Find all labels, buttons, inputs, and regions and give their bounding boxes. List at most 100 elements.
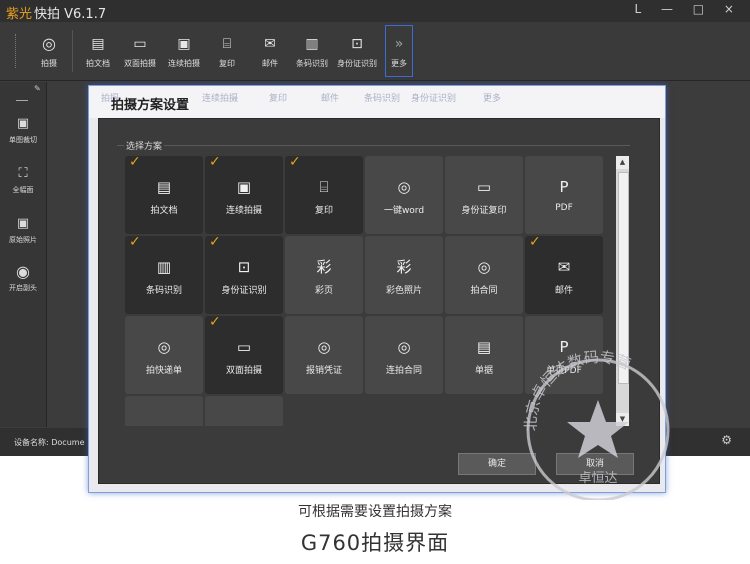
- toolbar-barcode-button[interactable]: ▥ 条码识别: [292, 22, 332, 80]
- sidebar-item-label: 原始照片: [9, 236, 37, 244]
- scheme-tile[interactable]: ▭ 身份证复印: [445, 156, 523, 234]
- dialog-body: 选择方案 ✓ ▤ 拍文档 ✓ ▣ 连续拍摄 ✓ ⌸ 复印 ◎ 一键word ▭ 身份证复印 P PDF ✓ ▥ 条…: [98, 118, 660, 484]
- scheme-tile-partial[interactable]: [125, 396, 203, 426]
- scheme-grid: ✓ ▤ 拍文档 ✓ ▣ 连续拍摄 ✓ ⌸ 复印 ◎ 一键word ▭ 身份证复印 P PDF ✓ ▥ 条码识别 ✓ ⊡…: [125, 156, 617, 426]
- scheme-tile-label: 邮件: [554, 286, 573, 296]
- document-icon: ▤: [156, 178, 172, 196]
- ghost-label: 条码识别: [364, 94, 401, 104]
- toolbar-label: 双面拍摄: [124, 59, 156, 68]
- scheme-tile[interactable]: ◎ 一键word: [365, 156, 443, 234]
- device-name-value: Docume: [51, 438, 85, 447]
- toolbar-burst-button[interactable]: ▣ 连续拍摄: [164, 22, 204, 80]
- checkmark-icon: ✓: [529, 234, 541, 250]
- scheme-tile-label: 复印: [314, 206, 333, 216]
- toolbar-label: 身份证识别: [337, 59, 377, 68]
- scheme-tile[interactable]: ▤ 单据: [445, 316, 523, 394]
- checkmark-icon: ✓: [129, 156, 141, 170]
- scheme-tile-label: 拍快递单: [145, 366, 182, 376]
- scheme-tile[interactable]: ✓ ✉ 邮件: [525, 234, 603, 314]
- sidebar-item-label: 开启副头: [9, 284, 37, 292]
- chevron-double-right-icon: »: [394, 36, 404, 52]
- sidebar-item-secondary-camera[interactable]: ◉ 开启副头: [0, 264, 46, 293]
- dialog-title: 拍摄方案设置: [111, 98, 190, 113]
- toolbar-label: 拍摄: [41, 59, 57, 68]
- toolbar-label: 条码识别: [296, 59, 328, 68]
- pdf-icon: P: [559, 338, 569, 356]
- id-card-icon: ▭: [476, 178, 492, 196]
- scheme-tile[interactable]: 彩彩色照片: [365, 236, 443, 314]
- scheme-tile-partial[interactable]: [205, 396, 283, 426]
- toolbar-mail-button[interactable]: ✉ 邮件: [255, 22, 285, 80]
- scheme-tile[interactable]: ◎ 拍快递单: [125, 316, 203, 394]
- scheme-tile[interactable]: 彩彩页: [285, 236, 363, 314]
- scheme-tile[interactable]: ✓ ▥ 条码识别: [125, 234, 203, 314]
- scheme-tile[interactable]: P PDF: [525, 156, 603, 234]
- mail-icon: ✉: [264, 36, 276, 52]
- gear-icon[interactable]: ⚙: [721, 433, 732, 447]
- toolbar-copy-button[interactable]: ⌸ 复印: [212, 22, 242, 80]
- scrollbar[interactable]: ▲ ▼: [616, 156, 629, 426]
- scheme-tile-label: 身份证复印: [461, 206, 507, 216]
- scroll-up-icon[interactable]: ▲: [616, 156, 629, 169]
- sidebar-item-label: 单图裁切: [9, 136, 37, 144]
- document-icon: ▤: [91, 36, 105, 52]
- toolbar-document-button[interactable]: ▤ 拍文档: [82, 22, 114, 80]
- window-controls[interactable]: L — □ ×: [634, 2, 742, 16]
- scheme-tile[interactable]: ◎ 报销凭证: [285, 316, 363, 394]
- toolbar-label: 拍文档: [86, 59, 110, 68]
- scheme-tile[interactable]: ✓ ▣ 连续拍摄: [205, 156, 283, 234]
- scheme-tile-label: 单页PDF: [546, 366, 582, 376]
- title-bar: 紫光 快拍 V6.1.7 L — □ ×: [0, 0, 750, 22]
- toolbar-grip[interactable]: [15, 34, 18, 68]
- scheme-tile[interactable]: ◎ 拍合同: [445, 236, 523, 314]
- scheme-tile-label: 连续拍摄: [225, 206, 262, 216]
- sidebar-item-full-frame[interactable]: ⛶ 全幅面: [0, 166, 46, 195]
- id-scan-icon: ⊡: [351, 36, 363, 52]
- pin-icon[interactable]: ✎: [34, 84, 41, 93]
- camera-icon: ◎: [42, 34, 56, 53]
- color-page-icon: 彩: [316, 258, 332, 276]
- scheme-tile[interactable]: ✓ ⊡ 身份证识别: [205, 234, 283, 314]
- scheme-tile[interactable]: ✓ ⌸ 复印: [285, 156, 363, 234]
- toolbar-id-scan-button[interactable]: ⊡ 身份证识别: [334, 22, 380, 80]
- camera-icon: ◎: [317, 338, 331, 356]
- group-label: 选择方案: [124, 139, 165, 152]
- scheme-tile[interactable]: ✓ ▤ 拍文档: [125, 156, 203, 234]
- scheme-tile-label: 拍文档: [150, 206, 178, 216]
- cancel-button[interactable]: 取消: [556, 453, 634, 475]
- checkmark-icon: ✓: [209, 234, 221, 250]
- scheme-tile-label: 报销凭证: [305, 366, 342, 376]
- pdf-icon: P: [559, 178, 569, 196]
- image-icon: ▣: [16, 216, 30, 231]
- toolbar-shoot-button[interactable]: ◎ 拍摄: [34, 22, 64, 80]
- scheme-tile-label: 彩色照片: [385, 286, 422, 296]
- checkmark-icon: ✓: [209, 314, 221, 330]
- scheme-tile[interactable]: ◎ 连拍合同: [365, 316, 443, 394]
- ghost-label: 更多: [483, 94, 502, 104]
- id-card-icon: ▭: [133, 36, 147, 52]
- image-crop-icon: ▣: [16, 116, 30, 131]
- toolbar-duplex-button[interactable]: ▭ 双面拍摄: [120, 22, 160, 80]
- barcode-icon: ▥: [156, 258, 172, 276]
- sidebar-item-original-photo[interactable]: ▣ 原始照片: [0, 216, 46, 245]
- scheme-tile[interactable]: P 单页PDF: [525, 316, 603, 394]
- group-divider: [117, 145, 630, 146]
- toolbar: ◎ 拍摄 ▤ 拍文档 ▭ 双面拍摄 ▣ 连续拍摄 ⌸ 复印 ✉ 邮件 ▥ 条码识…: [0, 22, 750, 81]
- scheme-tile[interactable]: ✓ ▭ 双面拍摄: [205, 314, 283, 394]
- id-scan-icon: ⊡: [237, 258, 251, 276]
- sidebar-item-label: 全幅面: [12, 186, 34, 194]
- app-title: 快拍 V6.1.7: [34, 7, 107, 22]
- scheme-tile-label: 连拍合同: [385, 366, 422, 376]
- secondary-camera-icon: ◉: [16, 262, 30, 281]
- camera-icon: ◎: [157, 338, 171, 356]
- toolbar-label: 邮件: [262, 59, 278, 68]
- sidebar-item-single-crop[interactable]: ▣ 单图裁切: [0, 116, 46, 145]
- toolbar-more-button[interactable]: » 更多: [385, 25, 413, 77]
- ghost-label: 身份证识别: [411, 94, 457, 104]
- ghost-label: 连续拍摄: [202, 94, 239, 104]
- sidebar-divider: [16, 100, 28, 101]
- ok-button[interactable]: 确定: [458, 453, 536, 475]
- scroll-down-icon[interactable]: ▼: [616, 413, 629, 426]
- scroll-thumb[interactable]: [618, 172, 629, 384]
- toolbar-label: 连续拍摄: [168, 59, 200, 68]
